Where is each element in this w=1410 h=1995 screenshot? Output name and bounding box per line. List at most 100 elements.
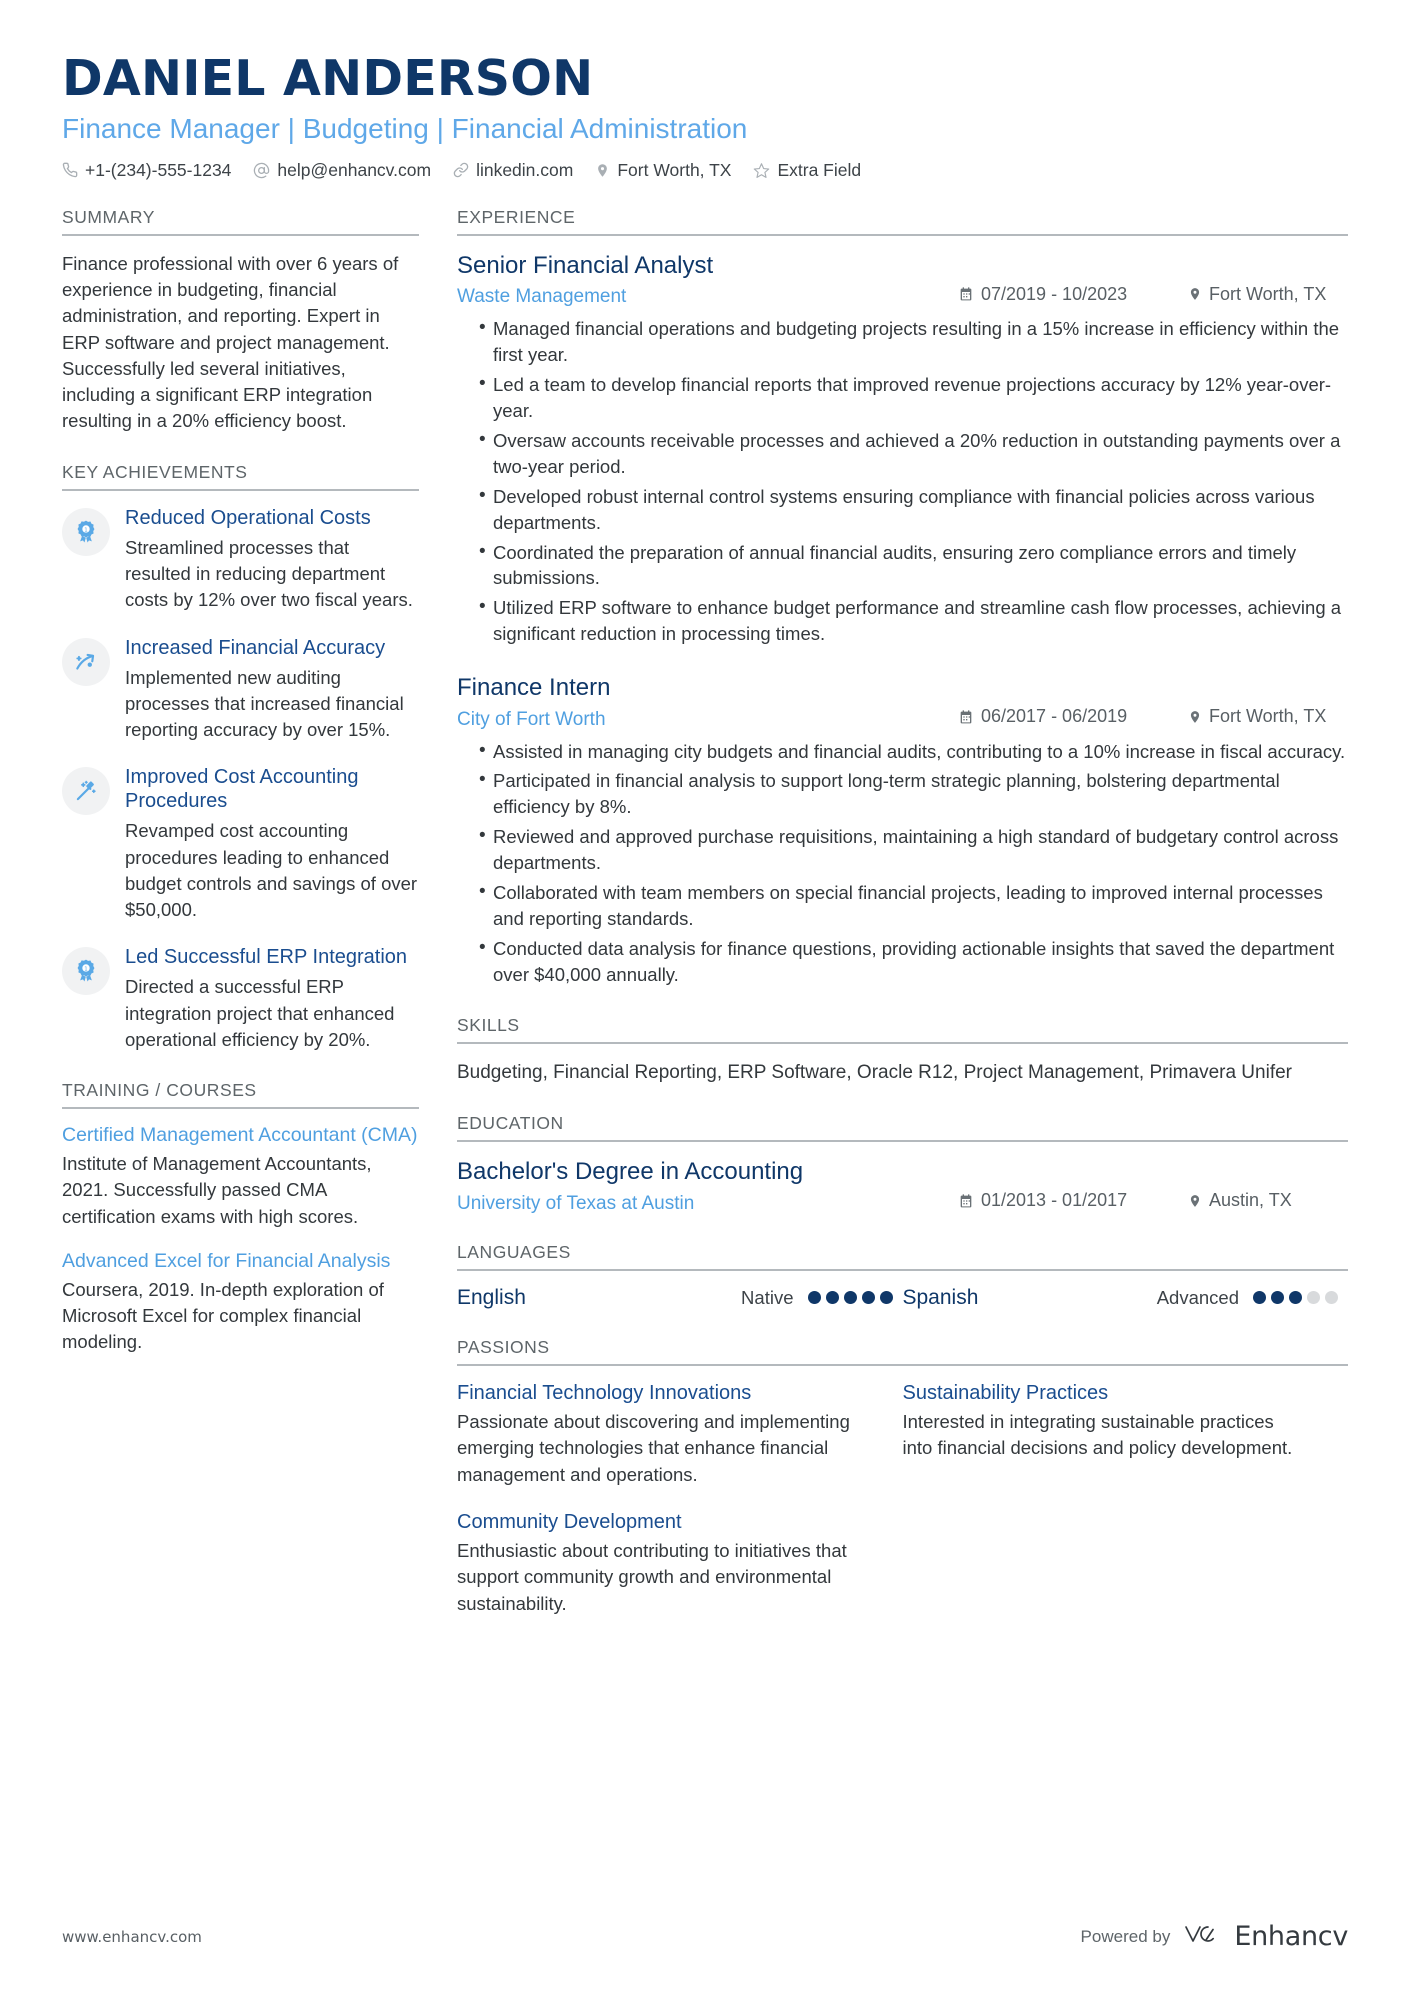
job-bullet: Led a team to develop financial reports … — [479, 371, 1348, 424]
contact-extra-field: Extra Field — [753, 160, 861, 181]
skills-section: SKILLS Budgeting, Financial Reporting, E… — [457, 1015, 1348, 1087]
contact-email[interactable]: help@enhancv.com — [253, 160, 431, 181]
achievement-desc: Implemented new auditing processes that … — [125, 666, 404, 741]
svg-text:1: 1 — [84, 967, 87, 973]
job-date: 07/2019 - 10/2023 — [958, 284, 1188, 305]
rating-dot-filled — [861, 1291, 875, 1305]
education-degree: Bachelor's Degree in Accounting — [457, 1158, 804, 1186]
languages-section-title: LANGUAGES — [457, 1241, 571, 1262]
contact-email-text: help@enhancv.com — [277, 159, 432, 180]
job-bullet: Developed robust internal control system… — [479, 483, 1348, 536]
link-icon — [453, 162, 469, 178]
resume-header: DANIEL ANDERSON Finance Manager | Budget… — [62, 51, 1348, 181]
contact-location: Fort Worth, TX — [595, 160, 731, 181]
passion-desc: Enthusiastic about contributing to initi… — [457, 1540, 847, 1614]
languages-section: LANGUAGES English Native Spanish Advance… — [457, 1242, 1348, 1310]
section-divider — [457, 1363, 1348, 1366]
contact-extra-field-text: Extra Field — [777, 159, 862, 180]
achievement-item: Increased Financial Accuracy Implemented… — [62, 636, 419, 744]
job-bullet: Oversaw accounts receivable processes an… — [479, 427, 1348, 480]
rating-dot-empty — [1325, 1291, 1338, 1305]
location-pin-icon — [1188, 1193, 1202, 1209]
job-location-text: Fort Worth, TX — [1209, 706, 1327, 727]
powered-by-label: Powered by — [1080, 1926, 1171, 1946]
left-column: SUMMARY Finance professional with over 6… — [62, 207, 457, 1666]
language-item-english: English Native — [457, 1286, 903, 1310]
passions-section: PASSIONS Financial Technology Innovation… — [457, 1337, 1348, 1639]
education-section: EDUCATION Bachelor's Degree in Accountin… — [457, 1113, 1348, 1215]
course-title: Certified Management Accountant (CMA) — [62, 1124, 418, 1147]
job-date-text: 06/2017 - 06/2019 — [981, 706, 1128, 727]
job-date-text: 07/2019 - 10/2023 — [981, 283, 1128, 304]
location-pin-icon — [1188, 709, 1202, 725]
language-rating-dots — [807, 1291, 893, 1305]
achievement-icon-badge — [62, 767, 110, 816]
achievement-desc: Revamped cost accounting procedures lead… — [125, 820, 418, 921]
job-meta: Waste Management 07/2019 - 10/2023 Fort — [457, 284, 1348, 309]
footer-url[interactable]: www.enhancv.com — [62, 1928, 202, 1946]
calendar-icon — [958, 1193, 974, 1209]
award-ribbon-icon: 1 — [73, 958, 99, 984]
achievement-icon-badge: 1 — [62, 947, 110, 996]
contact-location-text: Fort Worth, TX — [617, 159, 732, 180]
achievement-title: Improved Cost Accounting Procedures — [125, 766, 359, 813]
summary-section-title: SUMMARY — [62, 206, 155, 227]
trending-up-arrow-icon — [73, 649, 99, 675]
section-divider — [62, 233, 419, 236]
language-rating-dots — [1253, 1291, 1338, 1305]
passions-grid: Financial Technology Innovations Passion… — [457, 1381, 1348, 1639]
right-column: EXPERIENCE Senior Financial Analyst Wast… — [457, 207, 1348, 1666]
skills-text: Budgeting, Financial Reporting, ERP Soft… — [457, 1061, 1292, 1083]
phone-icon — [62, 162, 78, 178]
resume-page: DANIEL ANDERSON Finance Manager | Budget… — [0, 0, 1410, 1995]
passion-item: Community Development Enthusiastic about… — [457, 1510, 903, 1617]
job-role: Finance Intern — [457, 674, 611, 702]
contact-linkedin[interactable]: linkedin.com — [453, 160, 573, 181]
skills-section-title: SKILLS — [457, 1014, 520, 1035]
job-bullet: Collaborated with team members on specia… — [479, 879, 1348, 932]
candidate-headline: Finance Manager | Budgeting | Financial … — [62, 112, 748, 144]
job-bullet: Conducted data analysis for finance ques… — [479, 935, 1348, 988]
training-courses-section: TRAINING / COURSES Certified Management … — [62, 1080, 419, 1355]
award-ribbon-icon: 1 — [73, 519, 99, 545]
achievement-desc: Directed a successful ERP integration pr… — [125, 976, 395, 1050]
section-divider — [457, 1041, 1348, 1044]
summary-section: SUMMARY Finance professional with over 6… — [62, 207, 419, 435]
section-divider — [62, 1107, 419, 1110]
passion-item: Financial Technology Innovations Passion… — [457, 1381, 903, 1488]
course-desc: Institute of Management Accountants, 202… — [62, 1152, 372, 1227]
job-location: Fort Worth, TX — [1188, 284, 1348, 305]
education-school: University of Texas at Austin — [457, 1192, 695, 1214]
contact-phone[interactable]: +1-(234)-555-1234 — [62, 160, 231, 181]
achievement-desc: Streamlined processes that resulted in r… — [125, 536, 413, 611]
job-date: 06/2017 - 06/2019 — [958, 706, 1188, 727]
achievement-item: 1 Led Successful ERP Integration Directe… — [62, 945, 419, 1053]
achievement-title: Increased Financial Accuracy — [125, 636, 386, 659]
job-location: Fort Worth, TX — [1188, 706, 1348, 727]
achievement-item: 1 Reduced Operational Costs Streamlined … — [62, 506, 419, 614]
location-pin-icon — [595, 162, 610, 179]
passions-section-title: PASSIONS — [457, 1336, 550, 1357]
passion-desc: Passionate about discovering and impleme… — [457, 1411, 850, 1485]
passion-title: Financial Technology Innovations — [457, 1381, 752, 1404]
education-date-text: 01/2013 - 01/2017 — [981, 1190, 1128, 1211]
achievement-item: Improved Cost Accounting Procedures Reva… — [62, 765, 419, 923]
job-bullet: Coordinated the preparation of annual fi… — [479, 539, 1348, 592]
email-icon — [253, 162, 270, 179]
course-desc: Coursera, 2019. In-depth exploration of … — [62, 1278, 384, 1353]
section-divider — [457, 1140, 1348, 1143]
job-company: Waste Management — [457, 286, 627, 308]
rating-dot-filled — [1253, 1291, 1266, 1305]
language-level: Advanced — [1156, 1286, 1239, 1308]
training-section-title: TRAINING / COURSES — [62, 1080, 257, 1101]
languages-row: English Native Spanish Advanced — [457, 1286, 1348, 1310]
education-section-title: EDUCATION — [457, 1113, 564, 1134]
job-bullet: Managed financial operations and budgeti… — [479, 315, 1348, 368]
passion-title: Sustainability Practices — [902, 1381, 1109, 1404]
contact-phone-text: +1-(234)-555-1234 — [85, 159, 232, 180]
experience-item: Senior Financial Analyst Waste Managemen… — [457, 251, 1348, 647]
achievement-icon-badge — [62, 637, 110, 686]
rating-dot-filled — [825, 1291, 839, 1305]
education-date: 01/2013 - 01/2017 — [958, 1190, 1188, 1211]
job-meta: City of Fort Worth 06/2017 - 06/2019 For… — [457, 706, 1348, 731]
